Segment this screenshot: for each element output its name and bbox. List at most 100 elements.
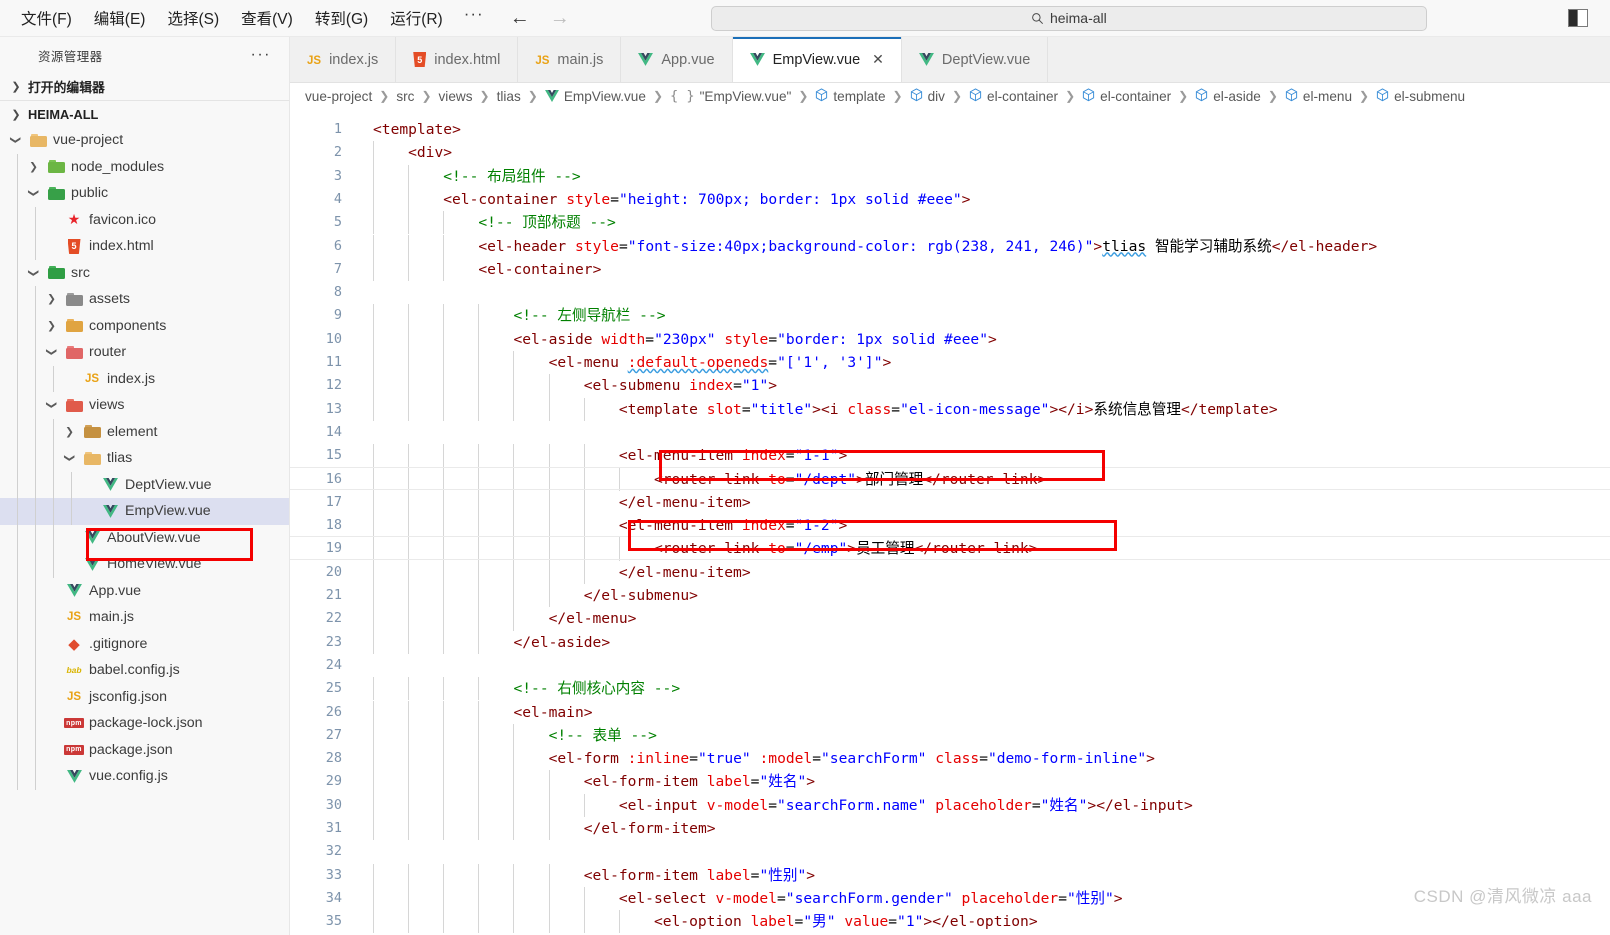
code-line[interactable]: 13 <template slot="title"><i class="el-ic… [290,398,1610,421]
file-tree-item[interactable]: ❯ router [0,339,289,366]
code-line[interactable]: 33 <el-form-item label="性别"> [290,864,1610,887]
explorer-more-actions-icon[interactable]: ··· [251,47,271,63]
code-line[interactable]: 16 <router-link to="/dept">部门管理</router-l… [290,468,1610,491]
code-line[interactable]: 26 <el-main> [290,701,1610,724]
code-line[interactable]: 8 [290,281,1610,304]
file-tree-item[interactable]: ❯ element [0,418,289,445]
editor-tab-index-html[interactable]: 5 index.html [396,37,519,82]
breadcrumb-item-11[interactable]: el-menu [1285,87,1352,105]
breadcrumb-item-2[interactable]: views [439,89,473,104]
code-line[interactable]: 23 </el-aside> [290,631,1610,654]
menu-item-4[interactable]: 转到(G) [304,4,379,32]
menu-more-button[interactable]: ··· [454,4,496,32]
editor-tab-app-vue[interactable]: App.vue [621,37,733,82]
editor-tab-deptview-vue[interactable]: DeptView.vue [901,37,1049,82]
code-editor[interactable]: 1 <template> 2 <div> 3 <!-- 布局组件 --> 4 <el-cont… [290,109,1610,935]
chevron-down-icon[interactable]: ❯ [28,265,40,280]
code-line[interactable]: 27 <!-- 表单 --> [290,724,1610,747]
file-tree-item[interactable]: ★ favicon.ico [0,206,289,233]
chevron-right-icon[interactable]: ❯ [62,426,77,438]
code-line[interactable]: 9 <!-- 左侧导航栏 --> [290,304,1610,327]
breadcrumb-item-10[interactable]: el-aside [1195,87,1261,105]
code-line[interactable]: 12 <el-submenu index="1"> [290,374,1610,397]
menu-item-0[interactable]: 文件(F) [10,4,83,32]
chevron-down-icon[interactable]: ❯ [64,451,76,466]
breadcrumb-item-9[interactable]: el-container [1082,87,1171,105]
code-line[interactable]: 6 <el-header style="font-size:40px;backgr… [290,235,1610,258]
breadcrumb-item-3[interactable]: tlias [497,89,521,104]
file-tree-item[interactable]: ◆ .gitignore [0,630,289,657]
breadcrumb-item-5[interactable]: { } "EmpView.vue" [670,88,791,104]
code-line[interactable]: 4 <el-container style="height: 700px; bor… [290,188,1610,211]
code-line[interactable]: 24 [290,654,1610,677]
breadcrumb-item-7[interactable]: div [910,87,945,105]
chevron-down-icon[interactable]: ❯ [46,345,58,360]
file-tree-item[interactable]: ❯ node_modules [0,153,289,180]
file-tree-item[interactable]: vue.config.js [0,763,289,790]
code-line[interactable]: 18 <el-menu-item index="1-2"> [290,514,1610,537]
menu-item-2[interactable]: 选择(S) [156,4,230,32]
code-line[interactable]: 32 [290,840,1610,863]
menu-item-5[interactable]: 运行(R) [379,4,454,32]
code-line[interactable]: 22 </el-menu> [290,607,1610,630]
code-line[interactable]: 11 <el-menu :default-openeds="['1', '3']"… [290,351,1610,374]
file-tree-item[interactable]: AboutView.vue [0,524,289,551]
breadcrumb-item-1[interactable]: src [396,89,414,104]
file-tree-item[interactable]: npm package-lock.json [0,710,289,737]
file-tree-item[interactable]: ❯ src [0,259,289,286]
file-tree-item-selected[interactable]: EmpView.vue [0,498,289,525]
breadcrumb-item-4[interactable]: EmpView.vue [544,89,646,104]
code-line[interactable]: 31 </el-form-item> [290,817,1610,840]
toggle-panel-layout-icon[interactable] [1568,9,1588,27]
chevron-right-icon[interactable]: ❯ [26,161,41,173]
chevron-down-icon[interactable]: ❯ [28,186,40,201]
code-line[interactable]: 29 <el-form-item label="姓名"> [290,770,1610,793]
editor-tab-index-js[interactable]: JS index.js [290,37,397,82]
back-icon[interactable]: ← [510,8,530,28]
file-tree-item[interactable]: App.vue [0,577,289,604]
file-tree-item[interactable]: ❯ assets [0,286,289,313]
chevron-right-icon[interactable]: ❯ [44,320,59,332]
code-line[interactable]: 34 <el-select v-model="searchForm.gender"… [290,887,1610,910]
file-tree-item[interactable]: ❯ public [0,180,289,207]
code-line[interactable]: 14 [290,421,1610,444]
chevron-right-icon[interactable]: ❯ [44,293,59,305]
editor-tab-main-js[interactable]: JS main.js [518,37,622,82]
breadcrumb-item-6[interactable]: template [815,87,886,105]
file-tree-item[interactable]: JS index.js [0,365,289,392]
breadcrumb-item-12[interactable]: el-submenu [1376,87,1465,105]
menu-item-3[interactable]: 查看(V) [230,4,304,32]
close-icon[interactable]: ✕ [872,51,884,68]
forward-icon[interactable]: → [550,8,570,28]
file-tree-item[interactable]: JS main.js [0,604,289,631]
chevron-down-icon[interactable]: ❯ [46,398,58,413]
open-editors-section[interactable]: ❯ 打开的编辑器 [0,73,289,100]
code-line[interactable]: 25 <!-- 右侧核心内容 --> [290,677,1610,700]
file-tree-item[interactable]: ❯ views [0,392,289,419]
code-line[interactable]: 3 <!-- 布局组件 --> [290,165,1610,188]
file-tree-item[interactable]: 5 index.html [0,233,289,260]
code-line[interactable]: 28 <el-form :inline="true" :model="search… [290,747,1610,770]
breadcrumb-item-8[interactable]: el-container [969,87,1058,105]
file-tree-item[interactable]: npm package.json [0,736,289,763]
code-line[interactable]: 35 <el-option label="男" value="1"></el-op… [290,910,1610,933]
code-line[interactable]: 5 <!-- 顶部标题 --> [290,211,1610,234]
file-tree-item[interactable]: bab babel.config.js [0,657,289,684]
code-line[interactable]: 1 <template> [290,118,1610,141]
code-line[interactable]: 19 <router-link to="/emp">员工管理</router-li… [290,537,1610,560]
file-tree-item[interactable]: DeptView.vue [0,471,289,498]
file-tree-item[interactable]: JS jsconfig.json [0,683,289,710]
editor-tab-empview-vue[interactable]: EmpView.vue ✕ [732,37,902,82]
breadcrumb-item-0[interactable]: vue-project [305,89,372,104]
code-line[interactable]: 30 <el-input v-model="searchForm.name" pl… [290,794,1610,817]
code-line[interactable]: 17 </el-menu-item> [290,491,1610,514]
code-line[interactable]: 10 <el-aside width="230px" style="border:… [290,328,1610,351]
menu-item-1[interactable]: 编辑(E) [83,4,157,32]
file-tree-item[interactable]: HomeView.vue [0,551,289,578]
code-line[interactable]: 21 </el-submenu> [290,584,1610,607]
code-line[interactable]: 15 <el-menu-item index="1-1"> [290,444,1610,467]
file-tree-item[interactable]: ❯ tlias [0,445,289,472]
workspace-root-section[interactable]: ❯ HEIMA-ALL [0,100,289,127]
chevron-down-icon[interactable]: ❯ [10,133,22,148]
search-input[interactable]: heima-all [710,5,1427,31]
